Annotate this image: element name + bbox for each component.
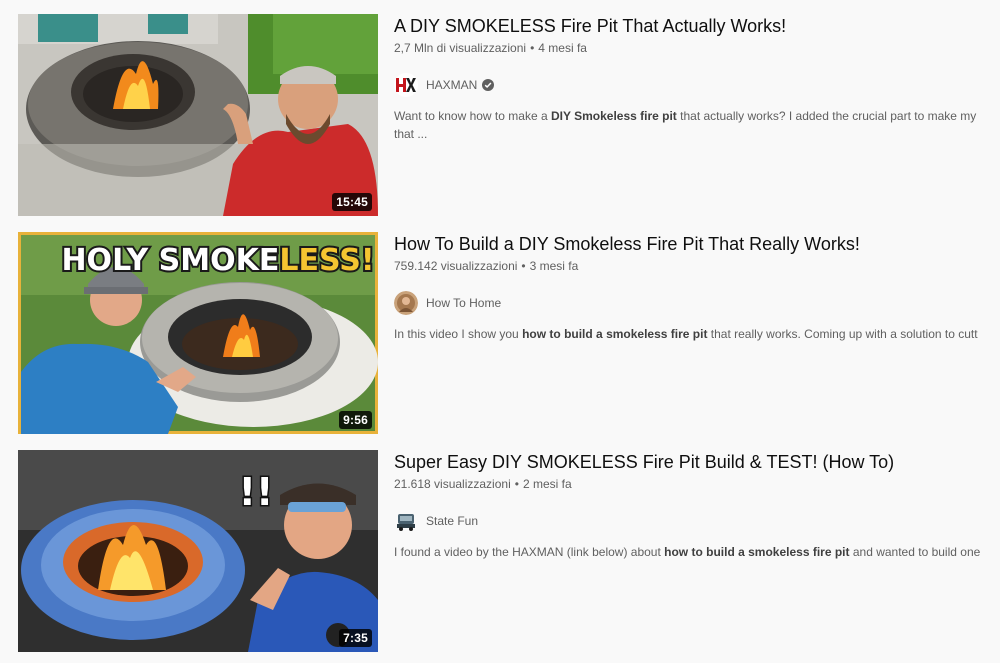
video-description-2: In this video I show you how to build a … <box>394 325 1000 343</box>
video-info-1: A DIY SMOKELESS Fire Pit That Actually W… <box>394 14 1000 216</box>
channel-link-1[interactable]: HAXMAN <box>394 73 1000 97</box>
video-thumbnail-1[interactable]: 15:45 <box>18 14 378 216</box>
meta-separator-1: • <box>530 41 535 55</box>
video-duration-badge-3: 7:35 <box>339 629 372 647</box>
video-result-2[interactable]: HOLY SMOKELESS! 9:56 How To Build a DIY … <box>0 232 1000 434</box>
description-text-1c: that ... <box>394 127 428 141</box>
video-description-3: I found a video by the HAXMAN (link belo… <box>394 543 1000 561</box>
description-text-3a: I found a video by the HAXMAN (link belo… <box>394 545 665 559</box>
video-title-2[interactable]: How To Build a DIY Smokeless Fire Pit Th… <box>394 232 1000 256</box>
video-duration-badge-2: 9:56 <box>339 411 372 429</box>
description-highlight-3: how to build a smokeless fire pit <box>664 545 850 559</box>
description-text-2a: In this video I show you <box>394 327 523 341</box>
video-duration-badge-1: 15:45 <box>332 193 372 211</box>
thumbnail-overlay-text-2: HOLY SMOKELESS! <box>61 243 374 278</box>
upload-age-1: 4 mesi fa <box>538 41 587 55</box>
channel-link-3[interactable]: State Fun <box>394 509 1000 533</box>
thumbnail-image-2: HOLY SMOKELESS! <box>18 232 378 434</box>
thumbnail-image-1 <box>18 14 378 216</box>
description-highlight-1: DIY Smokeless fire pit <box>550 109 677 123</box>
channel-link-2[interactable]: How To Home <box>394 291 1000 315</box>
channel-name-3[interactable]: State Fun <box>426 514 478 528</box>
thumbnail-image-3: !! <box>18 450 378 652</box>
thumbnail-overlay-text-3: !! <box>239 470 274 514</box>
description-highlight-2: how to build a smokeless fire pit <box>522 327 708 341</box>
video-thumbnail-3[interactable]: !! 7:35 <box>18 450 378 652</box>
video-result-1[interactable]: 15:45 A DIY SMOKELESS Fire Pit That Actu… <box>0 14 1000 216</box>
upload-age-3: 2 mesi fa <box>522 477 572 491</box>
verified-badge-icon <box>482 79 495 91</box>
channel-name-1[interactable]: HAXMAN <box>426 78 477 92</box>
view-count-2: 759.142 visualizzazioni <box>394 259 518 273</box>
meta-separator-3: • <box>514 477 519 491</box>
video-result-3[interactable]: !! 7:35 Super Easy DIY SMOKELESS Fire Pi… <box>0 450 1000 652</box>
video-info-2: How To Build a DIY Smokeless Fire Pit Th… <box>394 232 1000 434</box>
video-thumbnail-2[interactable]: HOLY SMOKELESS! 9:56 <box>18 232 378 434</box>
state-fun-avatar-icon[interactable] <box>394 509 418 533</box>
video-meta-2: 759.142 visualizzazioni • 3 mesi fa <box>394 257 1000 275</box>
upload-age-2: 3 mesi fa <box>529 259 579 273</box>
channel-name-2[interactable]: How To Home <box>426 296 501 310</box>
meta-separator-2: • <box>521 259 526 273</box>
video-title-1[interactable]: A DIY SMOKELESS Fire Pit That Actually W… <box>394 14 1000 38</box>
haxman-logo-icon[interactable] <box>394 73 418 97</box>
description-text-2b: that really works. Coming up with a solu… <box>707 327 978 341</box>
how-to-home-avatar-icon[interactable] <box>394 291 418 315</box>
description-text-3b: and wanted to build one <box>849 545 981 559</box>
view-count-1: 2,7 Mln di visualizzazioni <box>394 41 527 55</box>
video-meta-3: 21.618 visualizzazioni • 2 mesi fa <box>394 475 1000 493</box>
video-meta-1: 2,7 Mln di visualizzazioni • 4 mesi fa <box>394 39 1000 57</box>
description-text-1b: that actually works? I added the crucial… <box>676 109 977 123</box>
video-description-1: Want to know how to make a DIY Smokeless… <box>394 107 1000 143</box>
description-text-1a: Want to know how to make a <box>394 109 551 123</box>
video-title-3[interactable]: Super Easy DIY SMOKELESS Fire Pit Build … <box>394 450 1000 474</box>
search-results-list: 15:45 A DIY SMOKELESS Fire Pit That Actu… <box>0 0 1000 663</box>
video-info-3: Super Easy DIY SMOKELESS Fire Pit Build … <box>394 450 1000 652</box>
view-count-3: 21.618 visualizzazioni <box>394 477 511 491</box>
